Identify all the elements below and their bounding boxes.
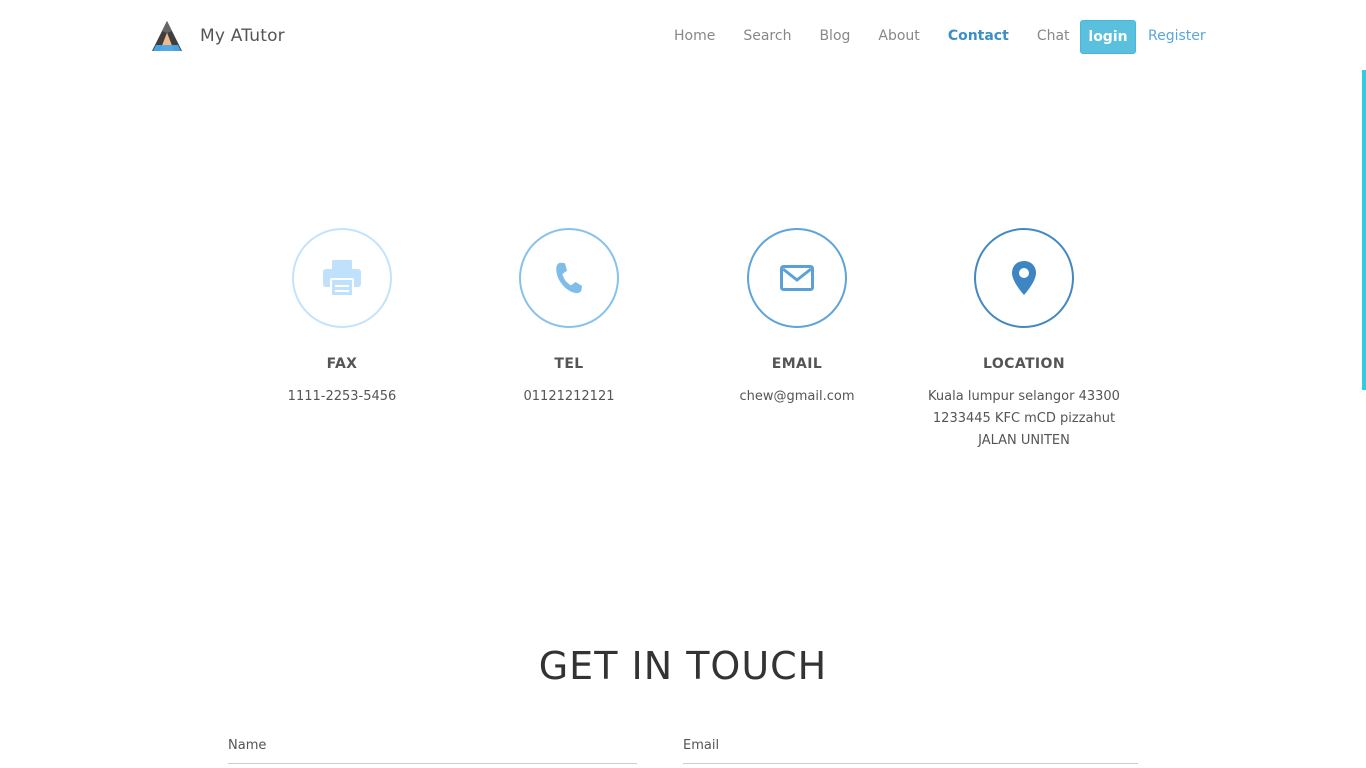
get-in-touch-title: GET IN TOUCH <box>538 643 828 688</box>
nav-home[interactable]: Home <box>674 28 715 44</box>
main-nav: Home Search Blog About Contact Chat <box>660 28 1084 44</box>
contact-title-tel: TEL <box>554 356 584 372</box>
contact-fax: FAX 1111-2253-5456 <box>228 228 456 408</box>
contact-title-fax: FAX <box>326 356 358 372</box>
name-label: Name <box>228 738 267 753</box>
location-icon-circle <box>974 228 1074 328</box>
logo-icon <box>152 21 182 51</box>
tel-icon-circle <box>519 228 619 328</box>
phone-icon <box>556 262 583 294</box>
contact-title-location: LOCATION <box>983 356 1065 372</box>
map-marker-icon <box>1012 261 1036 295</box>
name-field[interactable]: Name <box>228 738 637 764</box>
brand[interactable]: My ATutor <box>150 18 285 54</box>
fax-icon-circle <box>292 228 392 328</box>
contact-value-fax: 1111-2253-5456 <box>287 389 397 404</box>
email-icon-circle <box>747 228 847 328</box>
nav-chat[interactable]: Chat <box>1037 28 1070 44</box>
email-field[interactable]: Email <box>683 738 1138 764</box>
brand-name: My ATutor <box>200 26 285 46</box>
contact-value-location: Kuala lumpur selangor 43300 1233445 KFC … <box>928 389 1120 448</box>
contact-title-email: EMAIL <box>771 356 823 372</box>
nav-search[interactable]: Search <box>743 28 791 44</box>
contact-value-email: chew@gmail.com <box>739 389 855 404</box>
contact-email: EMAIL chew@gmail.com <box>683 228 911 408</box>
login-button[interactable]: login <box>1080 20 1136 54</box>
navbar: My ATutor Home Search Blog About Contact… <box>0 0 1366 76</box>
email-input-underline[interactable] <box>683 763 1138 764</box>
contact-location: LOCATION Kuala lumpur selangor 43300 123… <box>910 228 1138 452</box>
contact-value-tel: 01121212121 <box>523 389 615 404</box>
printer-icon <box>323 260 361 297</box>
envelope-icon <box>780 265 814 291</box>
scrollbar-thumb[interactable] <box>1362 70 1366 390</box>
contact-tel: TEL 01121212121 <box>455 228 683 408</box>
nav-blog[interactable]: Blog <box>819 28 850 44</box>
nav-contact[interactable]: Contact <box>948 28 1009 44</box>
name-input-underline[interactable] <box>228 763 637 764</box>
register-link[interactable]: Register <box>1148 28 1206 44</box>
nav-about[interactable]: About <box>878 28 919 44</box>
email-label: Email <box>683 738 720 753</box>
